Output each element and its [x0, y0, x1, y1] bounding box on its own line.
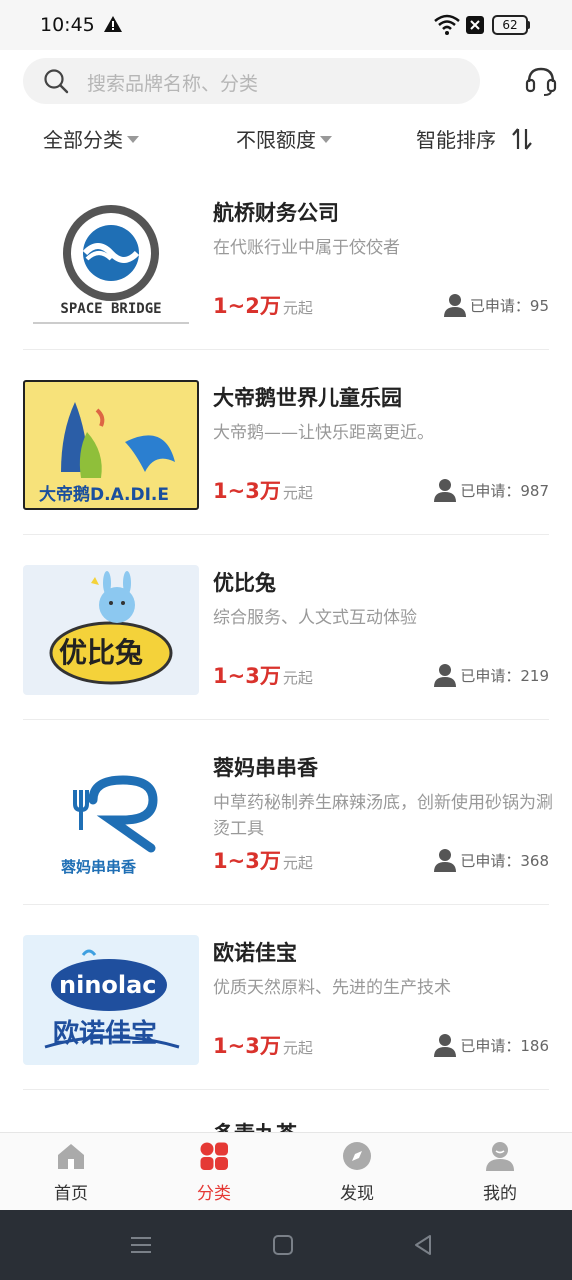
- nav-label: 首页: [54, 1184, 88, 1204]
- home-button-icon[interactable]: [270, 1232, 296, 1258]
- nav-label: 分类: [197, 1184, 231, 1204]
- nav-item-profile[interactable]: 我的: [460, 1141, 540, 1204]
- brand-logo: 优比兔: [23, 565, 199, 695]
- range-value: 1~2万: [213, 294, 281, 318]
- brand-desc: 优质天然原料、先进的生产技术: [213, 978, 451, 998]
- person-icon: [434, 664, 457, 687]
- brand-desc: 综合服务、人文式互动体验: [213, 608, 417, 628]
- sim-off-icon: [466, 16, 484, 34]
- brand-name: 蓉妈串串香: [213, 756, 318, 780]
- logo-text: SPACE BRIDGE: [60, 301, 162, 317]
- range-suffix: 元起: [282, 854, 313, 872]
- applied-count: 已申请：95: [443, 293, 549, 317]
- sort-icon: [512, 128, 533, 150]
- system-nav-bar: [0, 1210, 572, 1280]
- filter-sort[interactable]: 智能排序: [416, 124, 534, 153]
- list-item[interactable]: 优比兔 优比兔 综合服务、人文式互动体验 1~3万 元起 已申请：219: [23, 535, 549, 720]
- filter-amount[interactable]: 不限额度: [236, 124, 332, 153]
- range-suffix: 元起: [282, 484, 313, 502]
- category-icon: [200, 1142, 228, 1170]
- search-placeholder: 搜索品牌名称、分类: [87, 73, 259, 95]
- discover-icon: [343, 1142, 371, 1170]
- nav-item-category[interactable]: 分类: [174, 1141, 254, 1204]
- brand-logo: SPACE BRIDGE: [23, 195, 199, 325]
- list-item[interactable]: 蓉妈串串香 蓉妈串串香 中草药秘制养生麻辣汤底，创新使用砂锅为涮烫工具 1~3万…: [23, 720, 553, 905]
- person-icon: [443, 294, 466, 317]
- brand-list: SPACE BRIDGE 航桥财务公司 在代账行业中属于佼佼者 1~2万 元起 已…: [23, 165, 553, 1090]
- list-item[interactable]: 大帝鹅D.A.DI.E 大帝鹅世界儿童乐园 大帝鹅——让快乐距离更近。 1~3万…: [23, 350, 549, 535]
- range-suffix: 元起: [282, 299, 313, 317]
- list-item[interactable]: SPACE BRIDGE 航桥财务公司 在代账行业中属于佼佼者 1~2万 元起 已…: [23, 165, 549, 350]
- filter-category[interactable]: 全部分类: [43, 124, 139, 153]
- battery-indicator: 62: [492, 15, 528, 35]
- home-icon: [58, 1144, 84, 1169]
- applied-text: 已申请：95: [469, 296, 549, 315]
- filter-bar: 全部分类 不限额度 智能排序: [0, 114, 572, 160]
- applied-count: 已申请：368: [434, 848, 549, 872]
- applied-count: 已申请：987: [434, 478, 549, 502]
- filter-sort-label: 智能排序: [416, 128, 496, 152]
- logo-text: 优比兔: [59, 636, 144, 669]
- investment-range: 1~2万 元起: [213, 290, 313, 320]
- nav-label: 我的: [483, 1184, 517, 1204]
- brand-desc: 中草药秘制养生麻辣汤底，创新使用砂锅为涮烫工具: [213, 793, 553, 839]
- brand-name: 优比兔: [213, 571, 276, 595]
- applied-text: 已申请：368: [460, 851, 549, 870]
- applied-text: 已申请：987: [460, 481, 549, 500]
- applied-count: 已申请：186: [434, 1033, 549, 1057]
- range-value: 1~3万: [213, 849, 281, 873]
- brand-desc: 大帝鹅——让快乐距离更近。: [213, 423, 434, 443]
- applied-count: 已申请：219: [434, 663, 549, 687]
- menu-icon[interactable]: [128, 1232, 154, 1258]
- search-icon: [44, 69, 69, 94]
- list-item[interactable]: ninolac 欧诺佳宝 欧诺佳宝 优质天然原料、先进的生产技术 1~3万 元起 …: [23, 905, 549, 1090]
- status-time: 10:45: [40, 14, 95, 36]
- person-icon: [434, 849, 457, 872]
- brand-logo: ninolac 欧诺佳宝: [23, 935, 199, 1065]
- nav-label: 发现: [340, 1184, 374, 1204]
- range-suffix: 元起: [282, 1039, 313, 1057]
- logo-text: 蓉妈串串香: [61, 858, 137, 876]
- investment-range: 1~3万 元起: [213, 475, 313, 505]
- logo-text: ninolac: [59, 971, 157, 999]
- range-value: 1~3万: [213, 664, 281, 688]
- investment-range: 1~3万 元起: [213, 660, 313, 690]
- battery-tip: [527, 21, 530, 29]
- wifi-icon: [434, 14, 460, 35]
- brand-name: 欧诺佳宝: [213, 941, 297, 965]
- status-bar: 10:45 62: [0, 0, 572, 50]
- profile-icon: [486, 1142, 514, 1171]
- person-icon: [434, 1034, 457, 1057]
- chevron-down-icon: [320, 136, 332, 143]
- brand-desc: 在代账行业中属于佼佼者: [213, 238, 400, 258]
- filter-category-label: 全部分类: [43, 128, 123, 152]
- chevron-down-icon: [127, 136, 139, 143]
- warning-icon: [104, 16, 122, 32]
- range-value: 1~3万: [213, 479, 281, 503]
- nav-item-home[interactable]: 首页: [31, 1141, 111, 1204]
- brand-logo: 蓉妈串串香: [23, 750, 199, 880]
- investment-range: 1~3万 元起: [213, 845, 313, 875]
- headset-icon[interactable]: [524, 64, 558, 98]
- applied-text: 已申请：219: [460, 666, 549, 685]
- back-icon[interactable]: [410, 1232, 436, 1258]
- brand-name: 航桥财务公司: [213, 201, 339, 225]
- range-suffix: 元起: [282, 669, 313, 687]
- brand-logo: 大帝鹅D.A.DI.E: [23, 380, 199, 510]
- search-input[interactable]: 搜索品牌名称、分类: [23, 58, 480, 104]
- investment-range: 1~3万 元起: [213, 1030, 313, 1060]
- logo-text-cn: 欧诺佳宝: [53, 1019, 158, 1049]
- filter-amount-label: 不限额度: [236, 128, 316, 152]
- logo-text: 大帝鹅D.A.DI.E: [39, 485, 170, 505]
- range-value: 1~3万: [213, 1034, 281, 1058]
- nav-item-discover[interactable]: 发现: [317, 1141, 397, 1204]
- person-icon: [434, 479, 457, 502]
- applied-text: 已申请：186: [460, 1036, 549, 1055]
- bottom-nav: 首页 分类 发现 我的: [0, 1132, 572, 1210]
- brand-name: 大帝鹅世界儿童乐园: [213, 386, 402, 410]
